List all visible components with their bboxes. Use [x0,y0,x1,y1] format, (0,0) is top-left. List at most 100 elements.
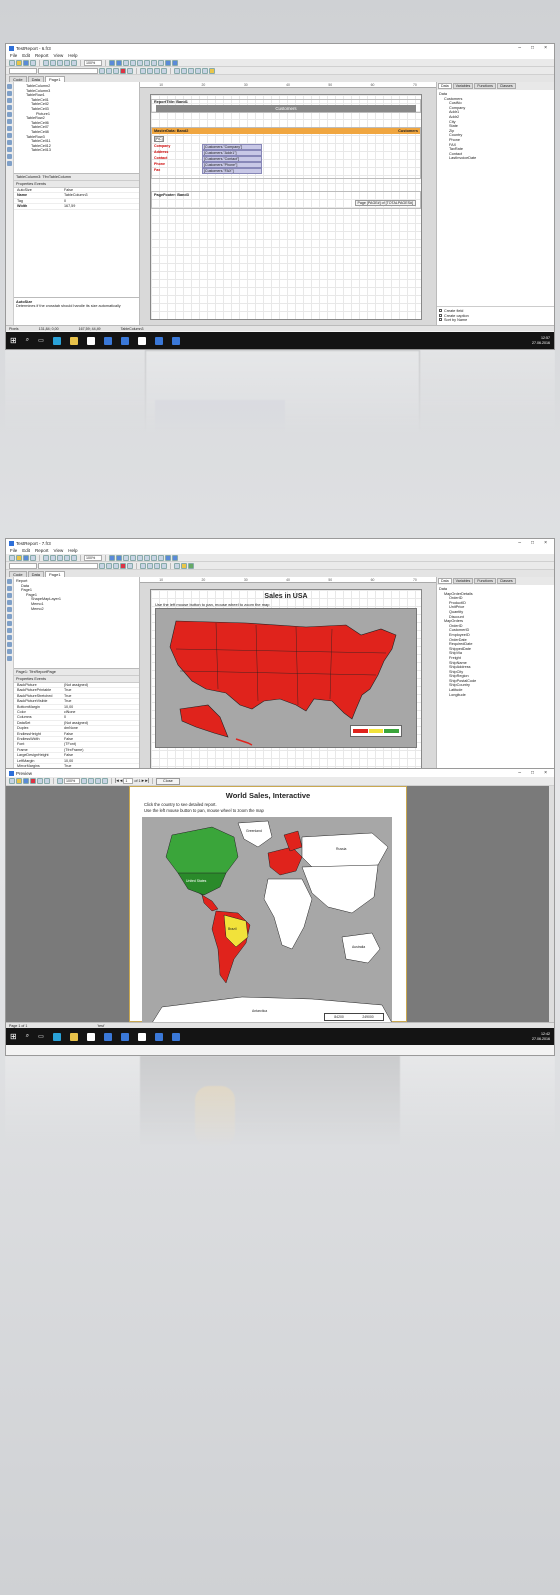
text-tool-icon[interactable] [7,600,12,605]
line-color-icon[interactable] [188,562,194,569]
frame-all-icon[interactable] [202,67,208,74]
zoom-combo[interactable]: 100% [84,59,102,66]
field-label[interactable]: Contact [154,156,167,161]
system-clock[interactable]: 12:57 27.06.2016 [532,336,550,345]
property-value[interactable]: False [64,737,139,741]
prev-page-icon[interactable]: ◂ [120,778,123,784]
field-value[interactable]: [Customers."FAX"] [202,168,262,174]
barcode-tool-icon[interactable] [7,649,12,654]
menu-view[interactable]: View [54,548,64,553]
menu-file[interactable]: File [10,53,17,58]
undo-icon[interactable] [64,554,70,561]
task-view-icon[interactable]: ▭ [38,337,44,344]
text-right-icon[interactable] [154,562,160,569]
zoom-combo[interactable]: 100% [64,778,80,784]
undo-icon[interactable] [64,59,70,66]
fill-color-icon[interactable] [209,67,215,74]
copy-icon[interactable] [50,59,56,66]
property-value[interactable]: False [64,753,139,757]
text-tool-icon[interactable] [7,105,12,110]
menu-report[interactable]: Report [35,548,49,553]
align-center-icon[interactable] [130,554,136,561]
font-combo[interactable] [38,67,98,74]
fill-color-icon[interactable] [181,562,187,569]
page-settings-icon[interactable] [81,778,87,784]
property-value[interactable]: TableColumn3 [64,193,139,197]
italic-icon[interactable] [106,67,112,74]
report-page[interactable]: ReportTitle: Band1 Customers MasterData:… [150,94,422,320]
new-icon[interactable] [9,554,15,561]
thumbnails-icon[interactable] [95,778,101,784]
underline-icon[interactable] [113,67,119,74]
app-icon-1[interactable] [103,1032,112,1041]
store-icon[interactable] [86,1032,95,1041]
print-icon[interactable] [9,778,15,784]
frame-all-icon[interactable] [174,562,180,569]
page-number-input[interactable]: 1 [123,778,134,784]
tab-classes[interactable]: Classes [496,83,516,89]
close-icon[interactable]: × [544,45,547,51]
start-icon[interactable]: ⊞ [10,1032,17,1041]
app-icon-4[interactable] [154,336,163,345]
app-icon-2[interactable] [120,1032,129,1041]
menu-edit[interactable]: Edit [22,548,30,553]
field-label[interactable]: Phone [154,162,165,167]
edge-icon[interactable] [52,1032,61,1041]
space-icon[interactable] [165,59,171,66]
preview-icon[interactable] [30,59,36,66]
picture-tool-icon[interactable] [7,126,12,131]
align-grid-icon[interactable] [116,554,122,561]
task-view-icon[interactable]: ▭ [38,1033,44,1040]
maximize-icon[interactable]: □ [531,540,534,546]
menu-file[interactable]: File [10,548,17,553]
outline-icon[interactable] [88,778,94,784]
props-tabs[interactable]: Properties Events [14,676,139,683]
property-value[interactable]: 0 [64,199,139,203]
align-left-icon[interactable] [123,59,129,66]
space-icon[interactable] [165,554,171,561]
map-tool-icon[interactable] [7,161,12,166]
menu-help[interactable]: Help [68,548,77,553]
property-value[interactable]: clNone [64,710,139,714]
save-icon[interactable] [23,778,29,784]
text-left-icon[interactable] [140,562,146,569]
band-tool-icon[interactable] [7,112,12,117]
next-page-icon[interactable]: ▸ [142,778,145,784]
property-value[interactable]: 10,00 [64,705,139,709]
save-icon[interactable] [23,59,29,66]
masterdata-band[interactable]: MasterData: Band2 Customers [PIC] Company… [151,127,421,179]
text-justify-icon[interactable] [161,562,167,569]
tree-item[interactable]: Memo2 [16,607,137,612]
maximize-icon[interactable]: □ [531,770,534,776]
explorer-icon[interactable] [69,336,78,345]
property-value[interactable]: True [64,699,139,703]
align-right-icon[interactable] [137,554,143,561]
property-value[interactable]: 167,59 [64,204,139,208]
email-icon[interactable] [37,778,43,784]
zoom-combo[interactable]: 100% [84,554,102,561]
size-icon[interactable] [172,59,178,66]
save-icon[interactable] [23,554,29,561]
property-value[interactable]: False [64,732,139,736]
minimize-icon[interactable]: – [518,770,521,776]
search-icon[interactable]: ⌕ [26,1033,29,1040]
table-tool-icon[interactable] [7,140,12,145]
option-row[interactable]: Sort by Name [439,318,552,323]
select-tool-icon[interactable] [7,579,12,584]
text-center-icon[interactable] [147,67,153,74]
frame-bottom-icon[interactable] [181,67,187,74]
app-icon-1[interactable] [103,336,112,345]
open-icon[interactable] [16,554,22,561]
redo-icon[interactable] [71,554,77,561]
align-right-icon[interactable] [137,59,143,66]
first-page-icon[interactable]: |◂ [115,778,119,784]
app-icon-3[interactable] [137,1032,146,1041]
tab-functions[interactable]: Functions [474,578,496,584]
search-icon[interactable]: ⌕ [26,337,29,344]
italic-icon[interactable] [106,562,112,569]
export-pdf-icon[interactable] [30,778,36,784]
property-value[interactable]: (Not assigned) [64,721,139,725]
zoom-tool-icon[interactable] [7,98,12,103]
map-hint[interactable]: Use the left mouse button to pan, mouse … [155,602,270,607]
redo-icon[interactable] [71,59,77,66]
